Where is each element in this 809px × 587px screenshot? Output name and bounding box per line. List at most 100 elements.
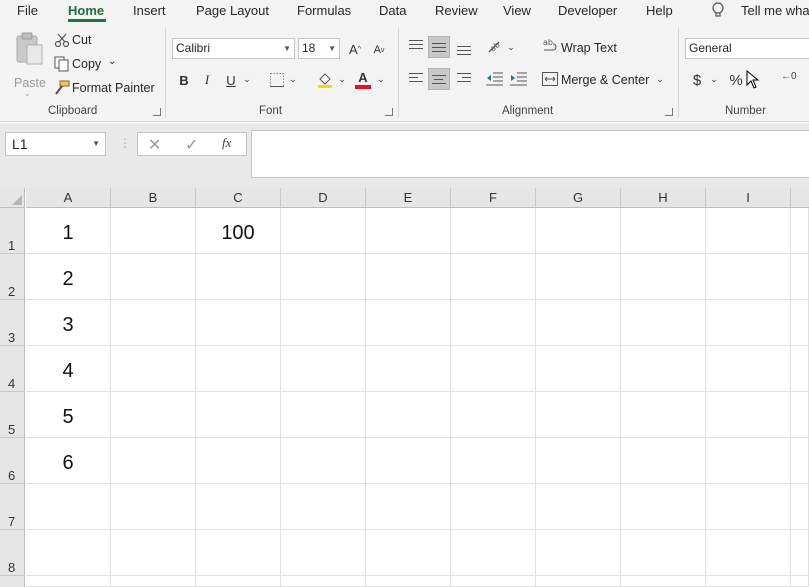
select-all-corner[interactable] <box>0 188 25 208</box>
lightbulb-icon[interactable] <box>711 2 725 24</box>
col-header-e[interactable]: E <box>366 188 451 208</box>
cell-b6[interactable] <box>111 438 196 484</box>
currency-button[interactable]: $ <box>690 70 704 90</box>
wrap-text-button[interactable]: Wrap Text <box>561 41 617 55</box>
cell-d6[interactable] <box>281 438 366 484</box>
row-header-7[interactable]: 7 <box>0 484 25 530</box>
cell-e2[interactable] <box>366 254 451 300</box>
cell-d2[interactable] <box>281 254 366 300</box>
font-size-select[interactable]: 18 ▼ <box>298 38 340 59</box>
cell-a4[interactable]: 4 <box>26 346 111 392</box>
col-header-h[interactable]: H <box>621 188 706 208</box>
tab-file[interactable]: File <box>17 3 38 18</box>
merge-center-button[interactable]: Merge & Center <box>561 73 649 87</box>
tab-home[interactable]: Home <box>68 3 104 18</box>
cell-b2[interactable] <box>111 254 196 300</box>
cell-e6[interactable] <box>366 438 451 484</box>
cell-a2[interactable]: 2 <box>26 254 111 300</box>
cell-j2[interactable] <box>791 254 809 300</box>
cell-j5[interactable] <box>791 392 809 438</box>
align-middle-icon[interactable] <box>428 36 450 58</box>
insert-function-icon[interactable]: fx <box>222 135 231 151</box>
cell-h7[interactable] <box>621 484 706 530</box>
col-header-i[interactable]: I <box>706 188 791 208</box>
row-header-1[interactable]: 1 <box>0 208 25 254</box>
col-header-c[interactable]: C <box>196 188 281 208</box>
cell-a8[interactable] <box>26 530 111 576</box>
cell-f7[interactable] <box>451 484 536 530</box>
cell-j1[interactable] <box>791 208 809 254</box>
cancel-icon[interactable]: ✕ <box>148 135 161 155</box>
alignment-launcher-icon[interactable] <box>665 108 673 116</box>
copy-icon[interactable] <box>54 56 70 77</box>
underline-button[interactable]: U <box>223 70 239 90</box>
row-header-6[interactable]: 6 <box>0 438 25 484</box>
cell-b3[interactable] <box>111 300 196 346</box>
col-header-a[interactable]: A <box>26 188 111 208</box>
cell-f2[interactable] <box>451 254 536 300</box>
tell-me-search[interactable]: Tell me wha <box>741 3 809 18</box>
cell-j7[interactable] <box>791 484 809 530</box>
borders-dropdown-icon[interactable]: ⌄ <box>287 69 299 89</box>
tab-insert[interactable]: Insert <box>133 3 166 18</box>
cell-c4[interactable] <box>196 346 281 392</box>
clipboard-launcher-icon[interactable] <box>153 108 161 116</box>
merge-dropdown-icon[interactable]: ⌄ <box>654 70 666 88</box>
cell-d9[interactable] <box>281 576 366 587</box>
cell-d3[interactable] <box>281 300 366 346</box>
underline-dropdown-icon[interactable]: ⌄ <box>241 69 253 89</box>
number-format-select[interactable]: General <box>685 38 809 59</box>
increase-decimal-icon[interactable]: ←0 <box>781 71 797 82</box>
cell-g5[interactable] <box>536 392 621 438</box>
cell-d8[interactable] <box>281 530 366 576</box>
cell-f1[interactable] <box>451 208 536 254</box>
cell-j4[interactable] <box>791 346 809 392</box>
cell-e3[interactable] <box>366 300 451 346</box>
cell-i8[interactable] <box>706 530 791 576</box>
cell-g6[interactable] <box>536 438 621 484</box>
format-painter-button[interactable]: Format Painter <box>72 81 155 95</box>
cell-c7[interactable] <box>196 484 281 530</box>
cut-button[interactable]: Cut <box>72 33 91 47</box>
currency-dropdown-icon[interactable]: ⌄ <box>708 69 720 89</box>
cell-h5[interactable] <box>621 392 706 438</box>
italic-button[interactable]: I <box>199 70 215 90</box>
cell-e4[interactable] <box>366 346 451 392</box>
font-name-select[interactable]: Calibri ▼ <box>172 38 295 59</box>
cell-h3[interactable] <box>621 300 706 346</box>
row-header-9[interactable] <box>0 576 25 587</box>
copy-dropdown-icon[interactable]: ⌄ <box>108 56 116 67</box>
cell-j6[interactable] <box>791 438 809 484</box>
font-launcher-icon[interactable] <box>385 108 393 116</box>
cell-d4[interactable] <box>281 346 366 392</box>
font-color-icon[interactable]: A <box>355 68 371 86</box>
font-color-dropdown-icon[interactable]: ⌄ <box>375 69 387 89</box>
col-header-d[interactable]: D <box>281 188 366 208</box>
cell-a1[interactable]: 1 <box>26 208 111 254</box>
row-header-3[interactable]: 3 <box>0 300 25 346</box>
cell-g7[interactable] <box>536 484 621 530</box>
cell-g3[interactable] <box>536 300 621 346</box>
cell-g8[interactable] <box>536 530 621 576</box>
cell-e1[interactable] <box>366 208 451 254</box>
percent-button[interactable]: % <box>728 70 744 90</box>
cell-f9[interactable] <box>451 576 536 587</box>
cell-d7[interactable] <box>281 484 366 530</box>
cell-c9[interactable] <box>196 576 281 587</box>
align-center-icon[interactable] <box>428 68 450 90</box>
cell-b7[interactable] <box>111 484 196 530</box>
tab-review[interactable]: Review <box>435 3 478 18</box>
tab-data[interactable]: Data <box>379 3 406 18</box>
cell-i1[interactable] <box>706 208 791 254</box>
scissors-icon[interactable] <box>54 32 70 53</box>
tab-formulas[interactable]: Formulas <box>297 3 351 18</box>
decrease-font-size-icon[interactable]: Av <box>371 41 387 59</box>
col-header-j[interactable] <box>791 188 809 208</box>
cell-b8[interactable] <box>111 530 196 576</box>
cell-a7[interactable] <box>26 484 111 530</box>
merge-center-icon[interactable] <box>542 72 558 91</box>
cell-b1[interactable] <box>111 208 196 254</box>
tab-view[interactable]: View <box>503 3 531 18</box>
cell-c8[interactable] <box>196 530 281 576</box>
cell-h8[interactable] <box>621 530 706 576</box>
